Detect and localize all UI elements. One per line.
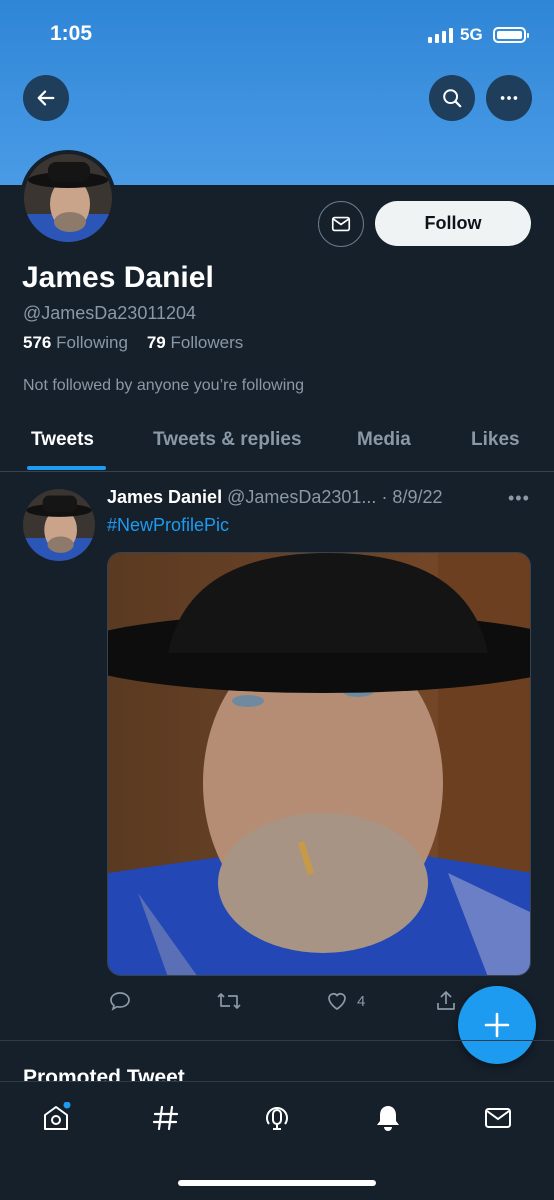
tweet-hashtag[interactable]: #NewProfilePic [107, 515, 229, 536]
reply-icon [110, 992, 130, 1011]
nav-explore[interactable] [146, 1098, 186, 1138]
avatar-photo [24, 154, 112, 242]
envelope-icon [331, 216, 351, 232]
tweet-header: James Daniel @JamesDa2301... · 8/9/22 [107, 487, 442, 508]
tweet-photo [108, 553, 530, 975]
tab-likes[interactable]: Likes [471, 429, 520, 451]
more-options-button[interactable] [486, 75, 532, 121]
signal-icon [428, 27, 453, 43]
explore-hashtag-icon [152, 1105, 179, 1131]
profile-name: James Daniel [22, 261, 214, 294]
follow-button[interactable]: Follow [375, 201, 531, 246]
not-followed-note: Not followed by anyone you’re following [23, 377, 305, 394]
followers-link[interactable]: 79 Followers [147, 333, 243, 352]
message-button[interactable] [318, 201, 364, 247]
search-icon [443, 89, 462, 108]
share-icon [437, 991, 455, 1010]
section-divider [0, 1040, 554, 1041]
active-tab-indicator [27, 466, 106, 470]
share-action[interactable] [434, 988, 458, 1014]
battery-icon [493, 27, 529, 43]
more-horizontal-icon [500, 96, 518, 100]
retweet-action[interactable] [216, 988, 242, 1014]
back-button[interactable] [23, 75, 69, 121]
tweet-more-icon[interactable]: ••• [508, 488, 530, 509]
nav-spaces[interactable] [257, 1098, 297, 1138]
followers-count: 79 [146, 333, 166, 352]
like-count: 4 [357, 992, 366, 1010]
home-icon [44, 1102, 71, 1130]
notifications-bell-icon [377, 1106, 399, 1131]
status-time: 1:05 [50, 22, 93, 45]
tab-tweets-replies[interactable]: Tweets & replies [153, 429, 302, 451]
network-label: 5G [460, 25, 483, 44]
profile-avatar[interactable] [20, 150, 116, 246]
tweet-avatar[interactable] [23, 489, 95, 561]
reply-action[interactable] [108, 988, 132, 1014]
profile-tabs: Tweets Tweets & replies Media Likes [0, 415, 554, 472]
like-action[interactable]: 4 [325, 988, 365, 1014]
tweet-media-image[interactable] [107, 552, 531, 976]
tweet-author-name[interactable]: James Daniel [107, 487, 222, 507]
tweet-handle-time: @JamesDa2301... · 8/9/22 [227, 487, 443, 507]
following-label: Following [56, 333, 128, 352]
nav-home[interactable] [36, 1098, 76, 1138]
home-indicator [178, 1180, 376, 1186]
profile-handle: @JamesDa23011204 [23, 303, 197, 323]
promoted-tweet-label: Promoted Tweet [23, 1066, 185, 1081]
avatar-photo [23, 489, 95, 561]
followers-label: Followers [170, 333, 244, 352]
tab-tweets[interactable]: Tweets [31, 429, 94, 451]
nav-messages[interactable] [478, 1098, 518, 1138]
like-icon [328, 993, 346, 1011]
status-bar: 1:05 5G [0, 0, 554, 70]
retweet-icon [217, 993, 241, 1009]
spaces-icon [266, 1107, 288, 1130]
plus-icon [484, 1012, 510, 1038]
back-arrow-icon [37, 90, 55, 106]
follow-counts: 576 Following 79 Followers [23, 333, 243, 353]
compose-tweet-button[interactable] [458, 986, 536, 1064]
following-count: 576 [23, 333, 52, 352]
messages-icon [485, 1108, 511, 1128]
following-link[interactable]: 576 Following [23, 333, 128, 352]
nav-notifications[interactable] [368, 1098, 408, 1138]
tab-media[interactable]: Media [357, 429, 411, 451]
search-button[interactable] [429, 75, 475, 121]
